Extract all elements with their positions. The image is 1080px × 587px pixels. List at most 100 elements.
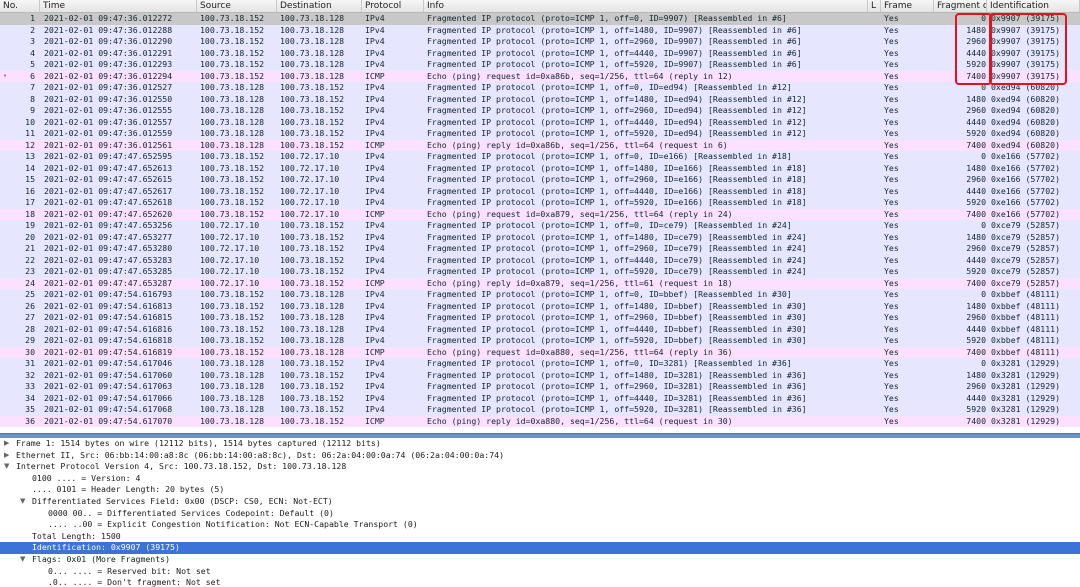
table-row[interactable]: 30 2021-02-01 09:47:54.616819 100.73.18.15… — [0, 346, 1080, 358]
table-row[interactable]: 17 2021-02-01 09:47:47.652618 100.73.18.15… — [0, 197, 1080, 209]
cell-no: 31 — [25, 358, 35, 368]
cell-src: 100.72.17.10 — [200, 220, 260, 230]
detail-line[interactable]: ▼ Flags: 0x01 (More Fragments) — [0, 554, 1080, 566]
table-row[interactable]: 29 2021-02-01 09:47:54.616818 100.73.18.15… — [0, 335, 1080, 347]
detail-line[interactable]: ▼ Differentiated Services Field: 0x00 (DS… — [0, 496, 1080, 508]
table-row[interactable]: 31 2021-02-01 09:47:54.617046 100.73.18.12… — [0, 358, 1080, 370]
cell-frame: Yes — [884, 197, 899, 207]
table-row[interactable]: 8 2021-02-01 09:47:36.012550 100.73.18.128… — [0, 93, 1080, 105]
cell-src: 100.73.18.152 — [200, 185, 265, 196]
table-row[interactable]: 19 2021-02-01 09:47:47.653256 100.72.17.10… — [0, 220, 1080, 232]
col-header-info[interactable]: Info — [424, 0, 868, 12]
cell-proto: IPv4 — [365, 59, 385, 69]
table-row[interactable]: 4 2021-02-01 09:47:36.012291 100.73.18.152… — [0, 47, 1080, 59]
cell-frag: 1480 — [966, 24, 986, 35]
table-row[interactable]: 3 2021-02-01 09:47:36.012290 100.73.18.152… — [0, 36, 1080, 48]
cell-id: 0xed94 (60820) — [991, 139, 1061, 150]
cell-frag: 7400 — [966, 277, 986, 288]
table-row[interactable]: 18 2021-02-01 09:47:47.652620 100.73.18.15… — [0, 208, 1080, 220]
table-row[interactable]: 28 2021-02-01 09:47:54.616816 100.73.18.15… — [0, 323, 1080, 335]
expand-triangle-down-icon[interactable]: ▼ — [20, 554, 28, 566]
cell-no: 13 — [25, 151, 35, 161]
table-row[interactable]: 13 2021-02-01 09:47:47.652595 100.73.18.15… — [0, 151, 1080, 163]
cell-id: 0xbbef (48111) — [991, 300, 1061, 311]
cell-time: 2021-02-01 09:47:54.616815 — [44, 312, 173, 322]
cell-dst: 100.73.18.152 — [280, 254, 345, 265]
table-row[interactable]: • 6 2021-02-01 09:47:36.012294 100.73.18.15… — [0, 70, 1080, 82]
col-header-time[interactable]: Time — [40, 0, 197, 12]
cell-no: 35 — [25, 404, 35, 414]
expand-triangle-down-icon[interactable]: ▼ — [20, 496, 28, 508]
cell-frame: Yes — [884, 116, 899, 127]
cell-time: 2021-02-01 09:47:36.012294 — [44, 70, 173, 81]
table-row[interactable]: 7 2021-02-01 09:47:36.012527 100.73.18.128… — [0, 82, 1080, 94]
detail-line[interactable]: ▶ Ethernet II, Src: 06:bb:14:00:a8:8c (06… — [0, 450, 1080, 462]
collapse-triangle-right-icon[interactable]: ▶ — [4, 450, 12, 462]
col-header-protocol[interactable]: Protocol — [362, 0, 424, 12]
cell-proto: IPv4 — [365, 381, 385, 391]
cell-no: 11 — [25, 128, 35, 138]
packet-list[interactable]: No. Time Source Destination Protocol Inf… — [0, 0, 1080, 432]
cell-proto: IPv4 — [365, 93, 385, 104]
cell-proto: IPv4 — [365, 266, 385, 276]
detail-line[interactable]: .... 0101 = Header Length: 20 bytes (5) — [0, 484, 1080, 496]
table-row[interactable]: 2 2021-02-01 09:47:36.012288 100.73.18.152… — [0, 24, 1080, 36]
detail-line[interactable]: ▶ Frame 1: 1514 bytes on wire (12112 bits… — [0, 438, 1080, 450]
table-row[interactable]: 35 2021-02-01 09:47:54.617068 100.73.18.12… — [0, 404, 1080, 416]
table-row[interactable]: 34 2021-02-01 09:47:54.617066 100.73.18.12… — [0, 392, 1080, 404]
cell-time: 2021-02-01 09:47:54.617070 — [44, 415, 173, 426]
col-header-no[interactable]: No. — [0, 0, 40, 12]
table-row[interactable]: 15 2021-02-01 09:47:47.652615 100.73.18.15… — [0, 174, 1080, 186]
col-header-frame[interactable]: Frame — [881, 0, 934, 12]
cell-id: 0xe166 (57702) — [991, 185, 1061, 196]
cell-frag: 5920 — [966, 266, 986, 276]
cell-proto: IPv4 — [365, 174, 385, 184]
table-row[interactable]: 22 2021-02-01 09:47:47.653283 100.72.17.10… — [0, 254, 1080, 266]
col-header-identification[interactable]: Identification — [987, 0, 1080, 12]
detail-line[interactable]: Identification: 0x9907 (39175) — [0, 542, 1080, 554]
cell-src: 100.73.18.152 — [200, 24, 265, 35]
detail-line[interactable]: .... ..00 = Explicit Congestion Notifica… — [0, 519, 1080, 531]
table-row[interactable]: 23 2021-02-01 09:47:47.653285 100.72.17.10… — [0, 266, 1080, 278]
cell-proto: ICMP — [365, 70, 385, 81]
col-header-destination[interactable]: Destination — [277, 0, 362, 12]
table-row[interactable]: 21 2021-02-01 09:47:47.653280 100.72.17.10… — [0, 243, 1080, 255]
table-row[interactable]: 32 2021-02-01 09:47:54.617060 100.73.18.12… — [0, 369, 1080, 381]
cell-frame: Yes — [884, 185, 899, 196]
cell-frame: Yes — [884, 300, 899, 311]
table-row[interactable]: 16 2021-02-01 09:47:47.652617 100.73.18.15… — [0, 185, 1080, 197]
table-row[interactable]: 26 2021-02-01 09:47:54.616813 100.73.18.15… — [0, 300, 1080, 312]
col-header-fragment-offset[interactable]: Fragment o — [934, 0, 987, 12]
table-row[interactable]: 33 2021-02-01 09:47:54.617063 100.73.18.12… — [0, 381, 1080, 393]
table-row[interactable]: 36 2021-02-01 09:47:54.617070 100.73.18.12… — [0, 415, 1080, 427]
table-row[interactable]: 9 2021-02-01 09:47:36.012555 100.73.18.128… — [0, 105, 1080, 117]
collapse-triangle-right-icon[interactable]: ▶ — [4, 438, 12, 450]
col-header-source[interactable]: Source — [197, 0, 277, 12]
detail-line[interactable]: 0000 00.. = Differentiated Services Code… — [0, 508, 1080, 520]
table-row[interactable]: 5 2021-02-01 09:47:36.012293 100.73.18.152… — [0, 59, 1080, 71]
table-row[interactable]: 14 2021-02-01 09:47:47.652613 100.73.18.15… — [0, 162, 1080, 174]
packet-details-pane[interactable]: ▶ Frame 1: 1514 bytes on wire (12112 bits… — [0, 438, 1080, 587]
cell-src: 100.73.18.128 — [200, 392, 265, 403]
detail-line[interactable]: ▼ Internet Protocol Version 4, Src: 100.7… — [0, 461, 1080, 473]
detail-line[interactable]: 0100 .... = Version: 4 — [0, 473, 1080, 485]
cell-frame: Yes — [884, 254, 899, 265]
col-header-l[interactable]: L — [868, 0, 881, 12]
cell-time: 2021-02-01 09:47:36.012290 — [44, 36, 173, 46]
expand-triangle-down-icon[interactable]: ▼ — [4, 461, 12, 473]
table-row[interactable]: 10 2021-02-01 09:47:36.012557 100.73.18.12… — [0, 116, 1080, 128]
table-row[interactable]: 24 2021-02-01 09:47:47.653287 100.72.17.10… — [0, 277, 1080, 289]
table-row[interactable]: 1 2021-02-01 09:47:36.012272 100.73.18.152… — [0, 13, 1080, 25]
table-row[interactable]: 20 2021-02-01 09:47:47.653277 100.72.17.10… — [0, 231, 1080, 243]
cell-time: 2021-02-01 09:47:47.653285 — [44, 266, 173, 276]
detail-line[interactable]: Total Length: 1500 — [0, 531, 1080, 543]
table-row[interactable]: 25 2021-02-01 09:47:54.616793 100.73.18.15… — [0, 289, 1080, 301]
detail-line[interactable]: .0.. .... = Don't fragment: Not set — [0, 577, 1080, 587]
detail-line[interactable]: 0... .... = Reserved bit: Not set — [0, 566, 1080, 578]
cell-proto: IPv4 — [365, 231, 385, 242]
cell-time: 2021-02-01 09:47:47.652595 — [44, 151, 173, 161]
table-row[interactable]: 12 2021-02-01 09:47:36.012561 100.73.18.12… — [0, 139, 1080, 151]
table-row[interactable]: 27 2021-02-01 09:47:54.616815 100.73.18.15… — [0, 312, 1080, 324]
table-row[interactable]: 11 2021-02-01 09:47:36.012559 100.73.18.12… — [0, 128, 1080, 140]
cell-frame: Yes — [884, 369, 899, 380]
